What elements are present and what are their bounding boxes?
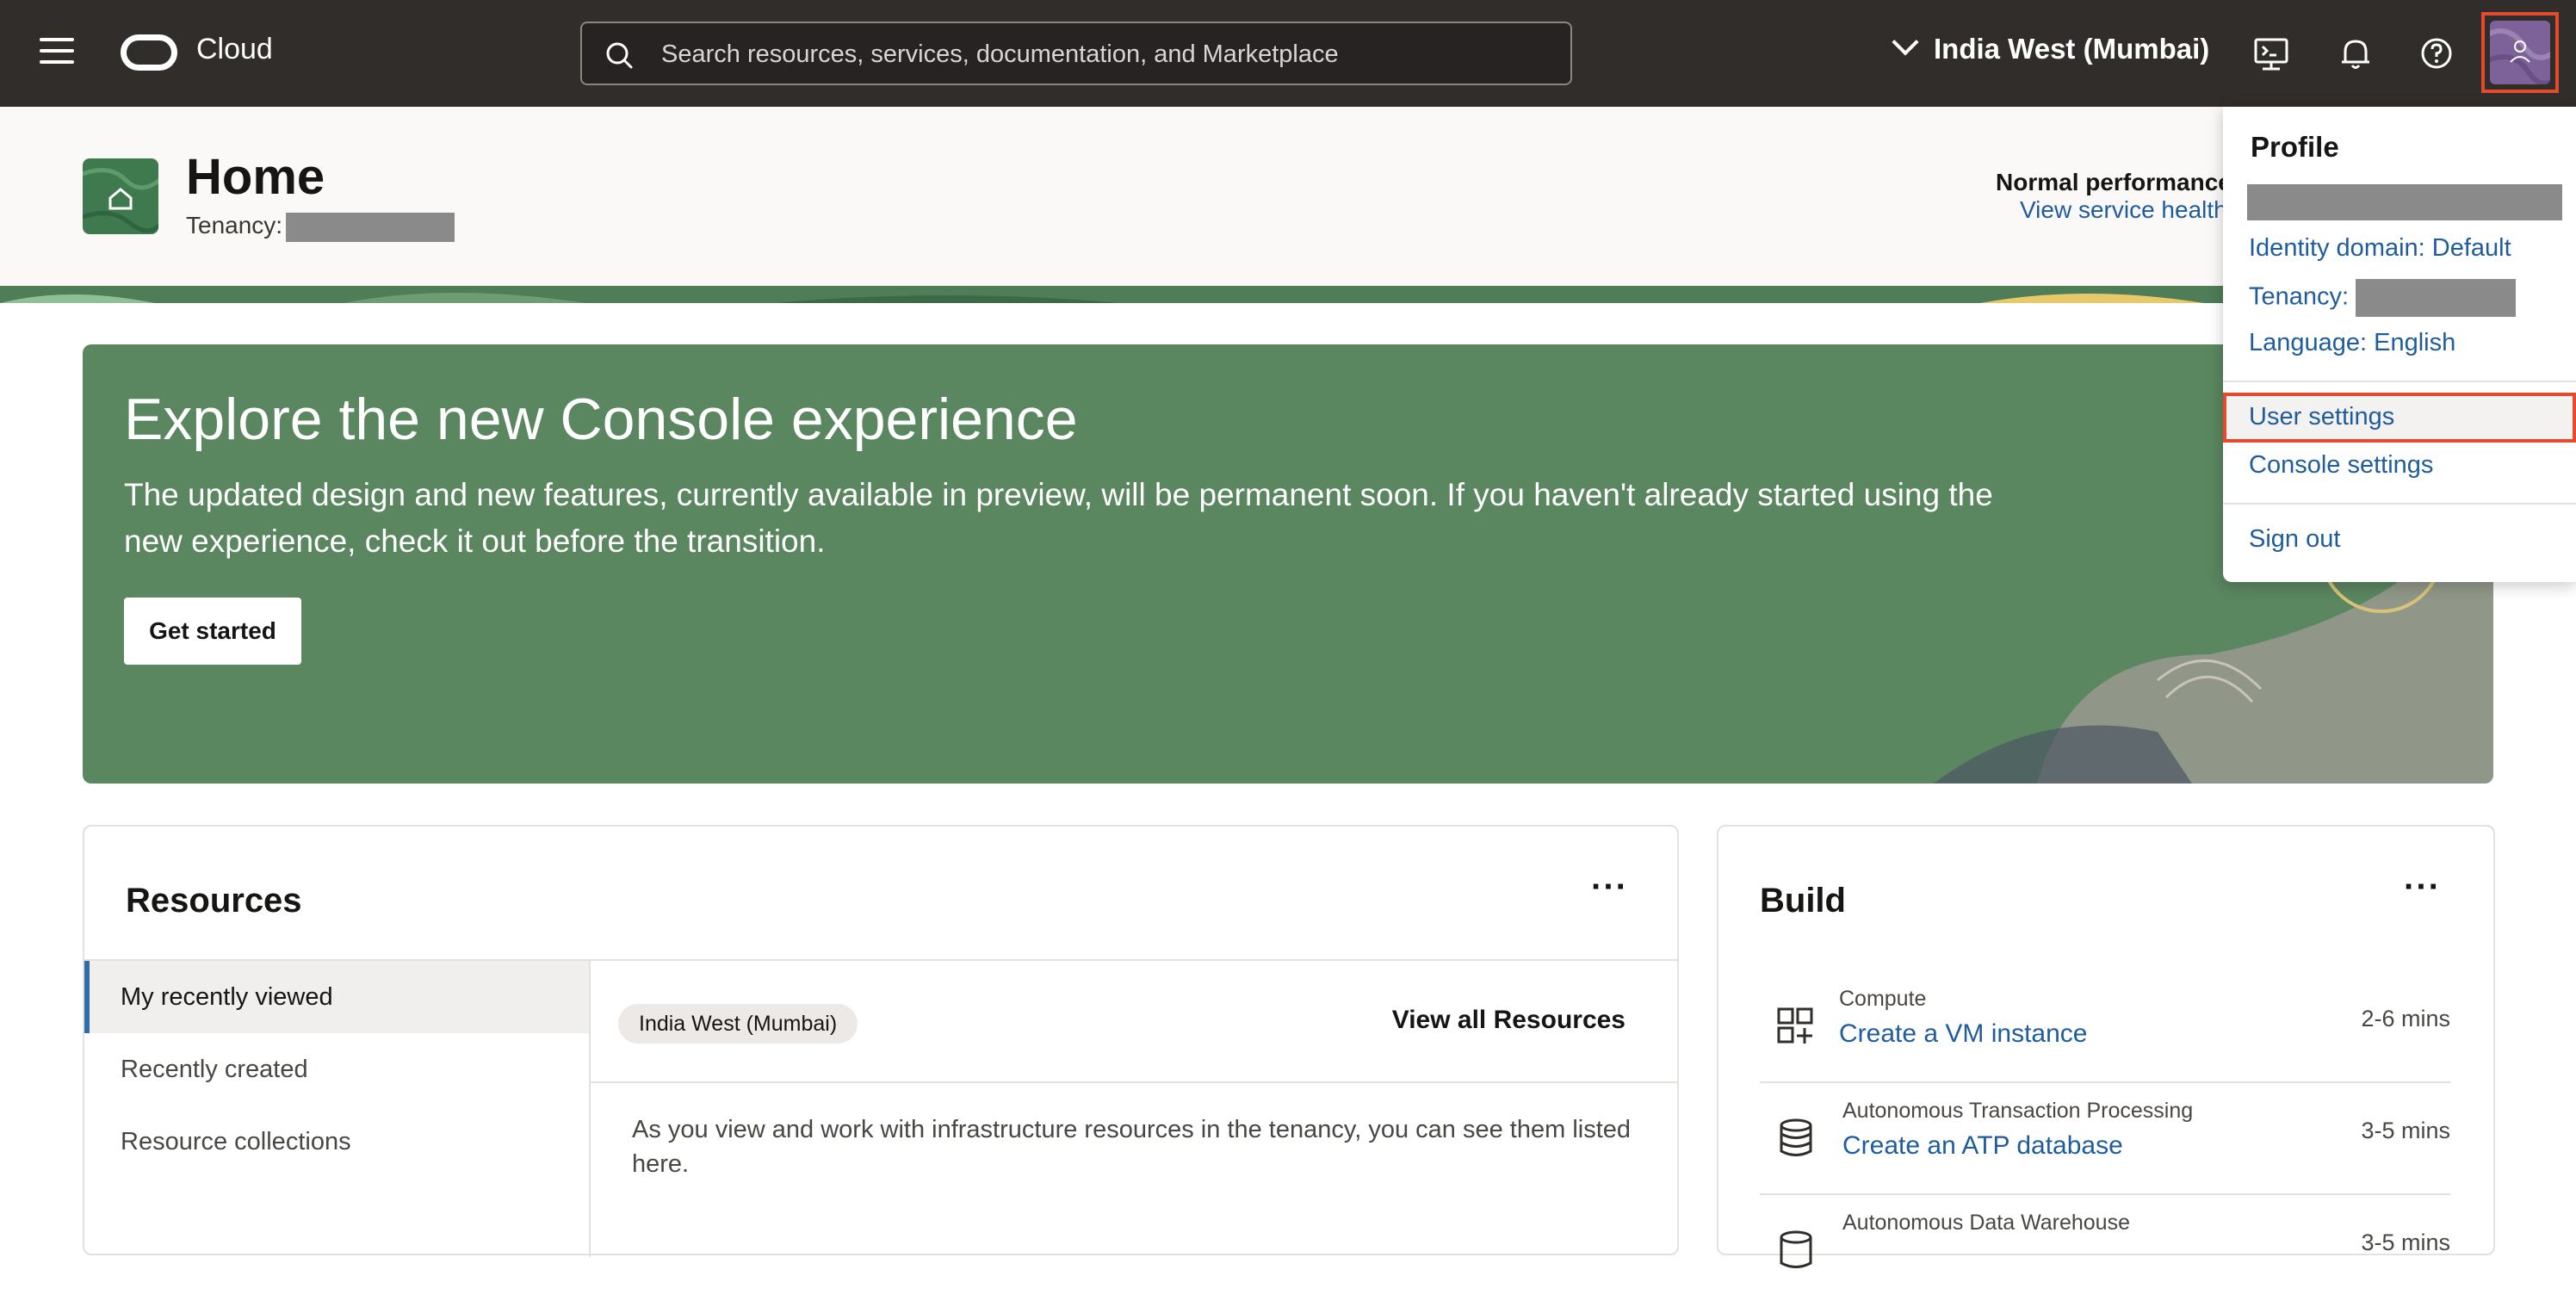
search-icon (606, 42, 633, 69)
console-settings-link[interactable]: Console settings (2249, 451, 2433, 480)
oracle-logo[interactable] (121, 34, 177, 71)
build-category: Compute (1839, 987, 1927, 1011)
console-experience-banner: Explore the new Console experience The u… (83, 344, 2493, 784)
search-placeholder: Search resources, services, documentatio… (661, 40, 1339, 68)
resources-card: Resources ··· My recently viewed Recentl… (83, 825, 1679, 1257)
build-item[interactable]: Compute Create a VM instance 2-6 mins (1760, 971, 2450, 1083)
more-options-icon[interactable]: ··· (1591, 868, 1628, 907)
chevron-down-icon (1892, 28, 1919, 56)
profile-dropdown-menu: Profile Identity domain: Default Tenancy… (2223, 107, 2576, 582)
decorative-pattern-band (0, 286, 2576, 303)
build-card: Build ··· Compute Create a VM instance 2… (1717, 825, 2495, 1268)
brand-label[interactable]: Cloud (196, 33, 273, 66)
page-title: Home (186, 149, 325, 205)
profile-menu-title: Profile (2251, 131, 2339, 163)
build-item[interactable]: Autonomous Data Warehouse 3-5 mins (1760, 1195, 2450, 1307)
tab-resource-collections[interactable]: Resource collections (84, 1106, 589, 1178)
region-chip: India West (Mumbai) (618, 1004, 858, 1044)
resources-content: India West (Mumbai) View all Resources A… (591, 959, 1677, 1257)
build-duration: 2-6 mins (2361, 1006, 2450, 1031)
cloud-shell-icon[interactable] (2251, 33, 2292, 74)
build-duration: 3-5 mins (2361, 1118, 2450, 1143)
user-icon (2490, 28, 2550, 84)
bell-icon[interactable] (2335, 33, 2376, 74)
tenancy-label: Tenancy: (186, 212, 283, 238)
build-category: Autonomous Data Warehouse (1842, 1211, 2130, 1235)
region-label: India West (Mumbai) (1934, 33, 2210, 65)
hamburger-menu-icon[interactable] (40, 38, 74, 69)
resources-nav: My recently viewed Recently created Reso… (84, 959, 591, 1257)
region-selector[interactable]: India West (Mumbai) (1891, 28, 2210, 74)
identity-domain-link[interactable]: Identity domain: Default (2249, 234, 2511, 263)
search-input[interactable]: Search resources, services, documentatio… (580, 22, 1572, 85)
tenancy-link-label: Tenancy: (2249, 282, 2350, 311)
empty-state-text: As you view and work with infrastructure… (632, 1116, 1632, 1178)
divider (2223, 381, 2576, 382)
banner-title: Explore the new Console experience (124, 387, 1078, 452)
create-atp-link[interactable]: Create an ATP database (1842, 1131, 2123, 1161)
home-icon (83, 168, 158, 233)
create-vm-link[interactable]: Create a VM instance (1839, 1019, 2087, 1049)
grid-plus-icon (1777, 1007, 1813, 1044)
sign-out-link[interactable]: Sign out (2249, 525, 2340, 554)
service-health-link[interactable]: View service health (2020, 196, 2227, 224)
tenancy-redacted (2356, 279, 2517, 317)
tab-my-recently-viewed[interactable]: My recently viewed (84, 961, 589, 1033)
divider (591, 1081, 1677, 1083)
help-icon[interactable] (2416, 33, 2457, 74)
top-navigation-bar: Cloud Search resources, services, docume… (0, 0, 2576, 107)
get-started-button[interactable]: Get started (124, 598, 301, 665)
home-icon-tile (83, 158, 158, 234)
language-link[interactable]: Language: English (2249, 329, 2455, 357)
avatar (2490, 21, 2550, 84)
username-redacted (2247, 184, 2562, 220)
profile-avatar-button[interactable] (2481, 12, 2559, 93)
more-options-icon[interactable]: ··· (2404, 868, 2441, 907)
divider (2223, 503, 2576, 505)
build-category: Autonomous Transaction Processing (1842, 1099, 2194, 1123)
tenancy-info: Tenancy: (186, 212, 455, 242)
user-settings-link[interactable]: User settings (2249, 403, 2394, 431)
view-all-resources-link[interactable]: View all Resources (1392, 1006, 1625, 1035)
database-icon (1780, 1230, 1812, 1268)
database-icon (1780, 1118, 1812, 1156)
service-status-title: Normal performance (1996, 169, 2232, 195)
build-item[interactable]: Autonomous Transaction Processing Create… (1760, 1083, 2450, 1195)
resources-title: Resources (126, 882, 302, 920)
tenancy-link[interactable]: Tenancy: (2249, 279, 2517, 317)
tenancy-redacted (286, 212, 455, 242)
tab-recently-created[interactable]: Recently created (84, 1033, 589, 1106)
banner-description: The updated design and new features, cur… (124, 477, 1993, 559)
build-title: Build (1760, 882, 1846, 920)
